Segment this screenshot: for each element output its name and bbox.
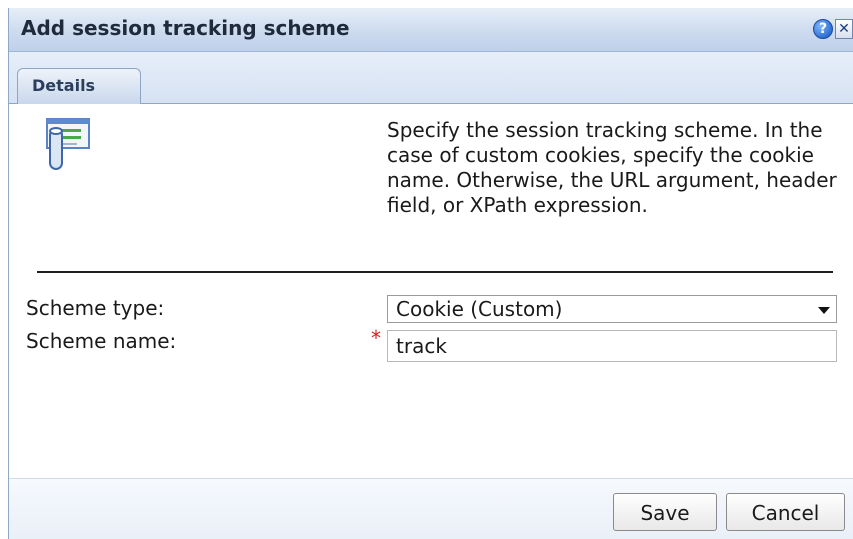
scheme-name-input[interactable] xyxy=(387,330,837,362)
dialog-footer: Save Cancel xyxy=(9,478,853,539)
scheme-name-label: Scheme name: xyxy=(26,329,177,353)
help-icon[interactable]: ? xyxy=(813,19,833,39)
cancel-button[interactable]: Cancel xyxy=(726,493,845,531)
close-icon[interactable]: ✕ xyxy=(835,19,853,39)
scheme-type-value: Cookie (Custom) xyxy=(396,297,563,321)
session-tracking-dialog: Add session tracking scheme ? ✕ Details … xyxy=(8,8,853,539)
save-button[interactable]: Save xyxy=(613,493,717,531)
chevron-down-icon[interactable] xyxy=(818,307,830,314)
section-divider xyxy=(37,271,833,273)
tab-details[interactable]: Details xyxy=(17,68,141,104)
dialog-titlebar: Add session tracking scheme ? ✕ xyxy=(9,8,853,52)
session-tracking-icon xyxy=(46,118,90,170)
details-panel: Specify the session tracking scheme. In … xyxy=(9,104,853,478)
required-marker: * xyxy=(371,326,381,350)
description-text: Specify the session tracking scheme. In … xyxy=(387,118,837,217)
scheme-type-label: Scheme type: xyxy=(26,296,165,320)
dialog-title: Add session tracking scheme xyxy=(21,16,350,40)
tab-strip: Details xyxy=(9,52,853,104)
scheme-type-select[interactable]: Cookie (Custom) xyxy=(387,295,837,323)
